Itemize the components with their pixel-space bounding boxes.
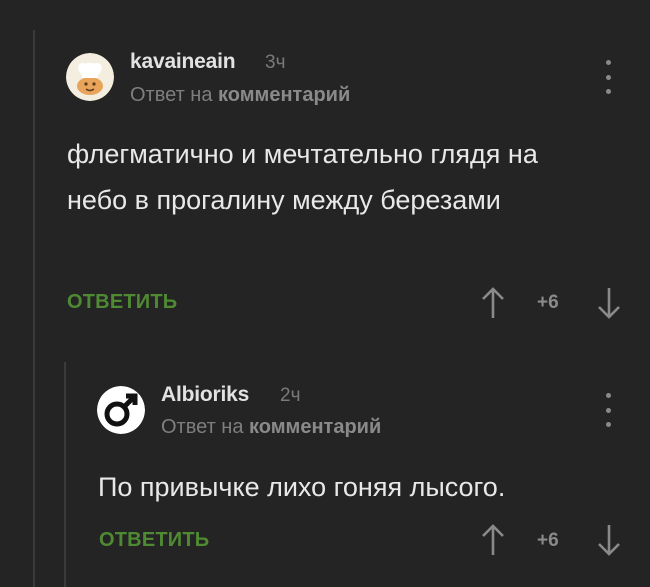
username[interactable]: Albioriks: [161, 383, 249, 407]
more-options-icon[interactable]: [598, 393, 618, 427]
comment-text: По привычке лихо гоняя лысого.: [98, 472, 506, 502]
male-symbol-avatar-icon: [97, 386, 145, 434]
reply-to-label: Ответ на комментарий: [161, 416, 381, 439]
arrow-up-icon: [482, 524, 504, 555]
arrow-down-icon: [598, 525, 620, 556]
reply-button[interactable]: ОТВЕТИТЬ: [99, 529, 209, 552]
parent-comment-link[interactable]: комментарий: [249, 416, 381, 438]
downvote-button[interactable]: [596, 523, 622, 562]
timestamp: 2ч: [280, 385, 301, 406]
comment-2: Albioriks 2ч Ответ на комментарий По при…: [0, 0, 650, 587]
rating: +6: [537, 530, 559, 551]
avatar[interactable]: [97, 386, 145, 434]
upvote-button[interactable]: [480, 523, 506, 562]
reply-prefix: Ответ на: [161, 416, 244, 438]
